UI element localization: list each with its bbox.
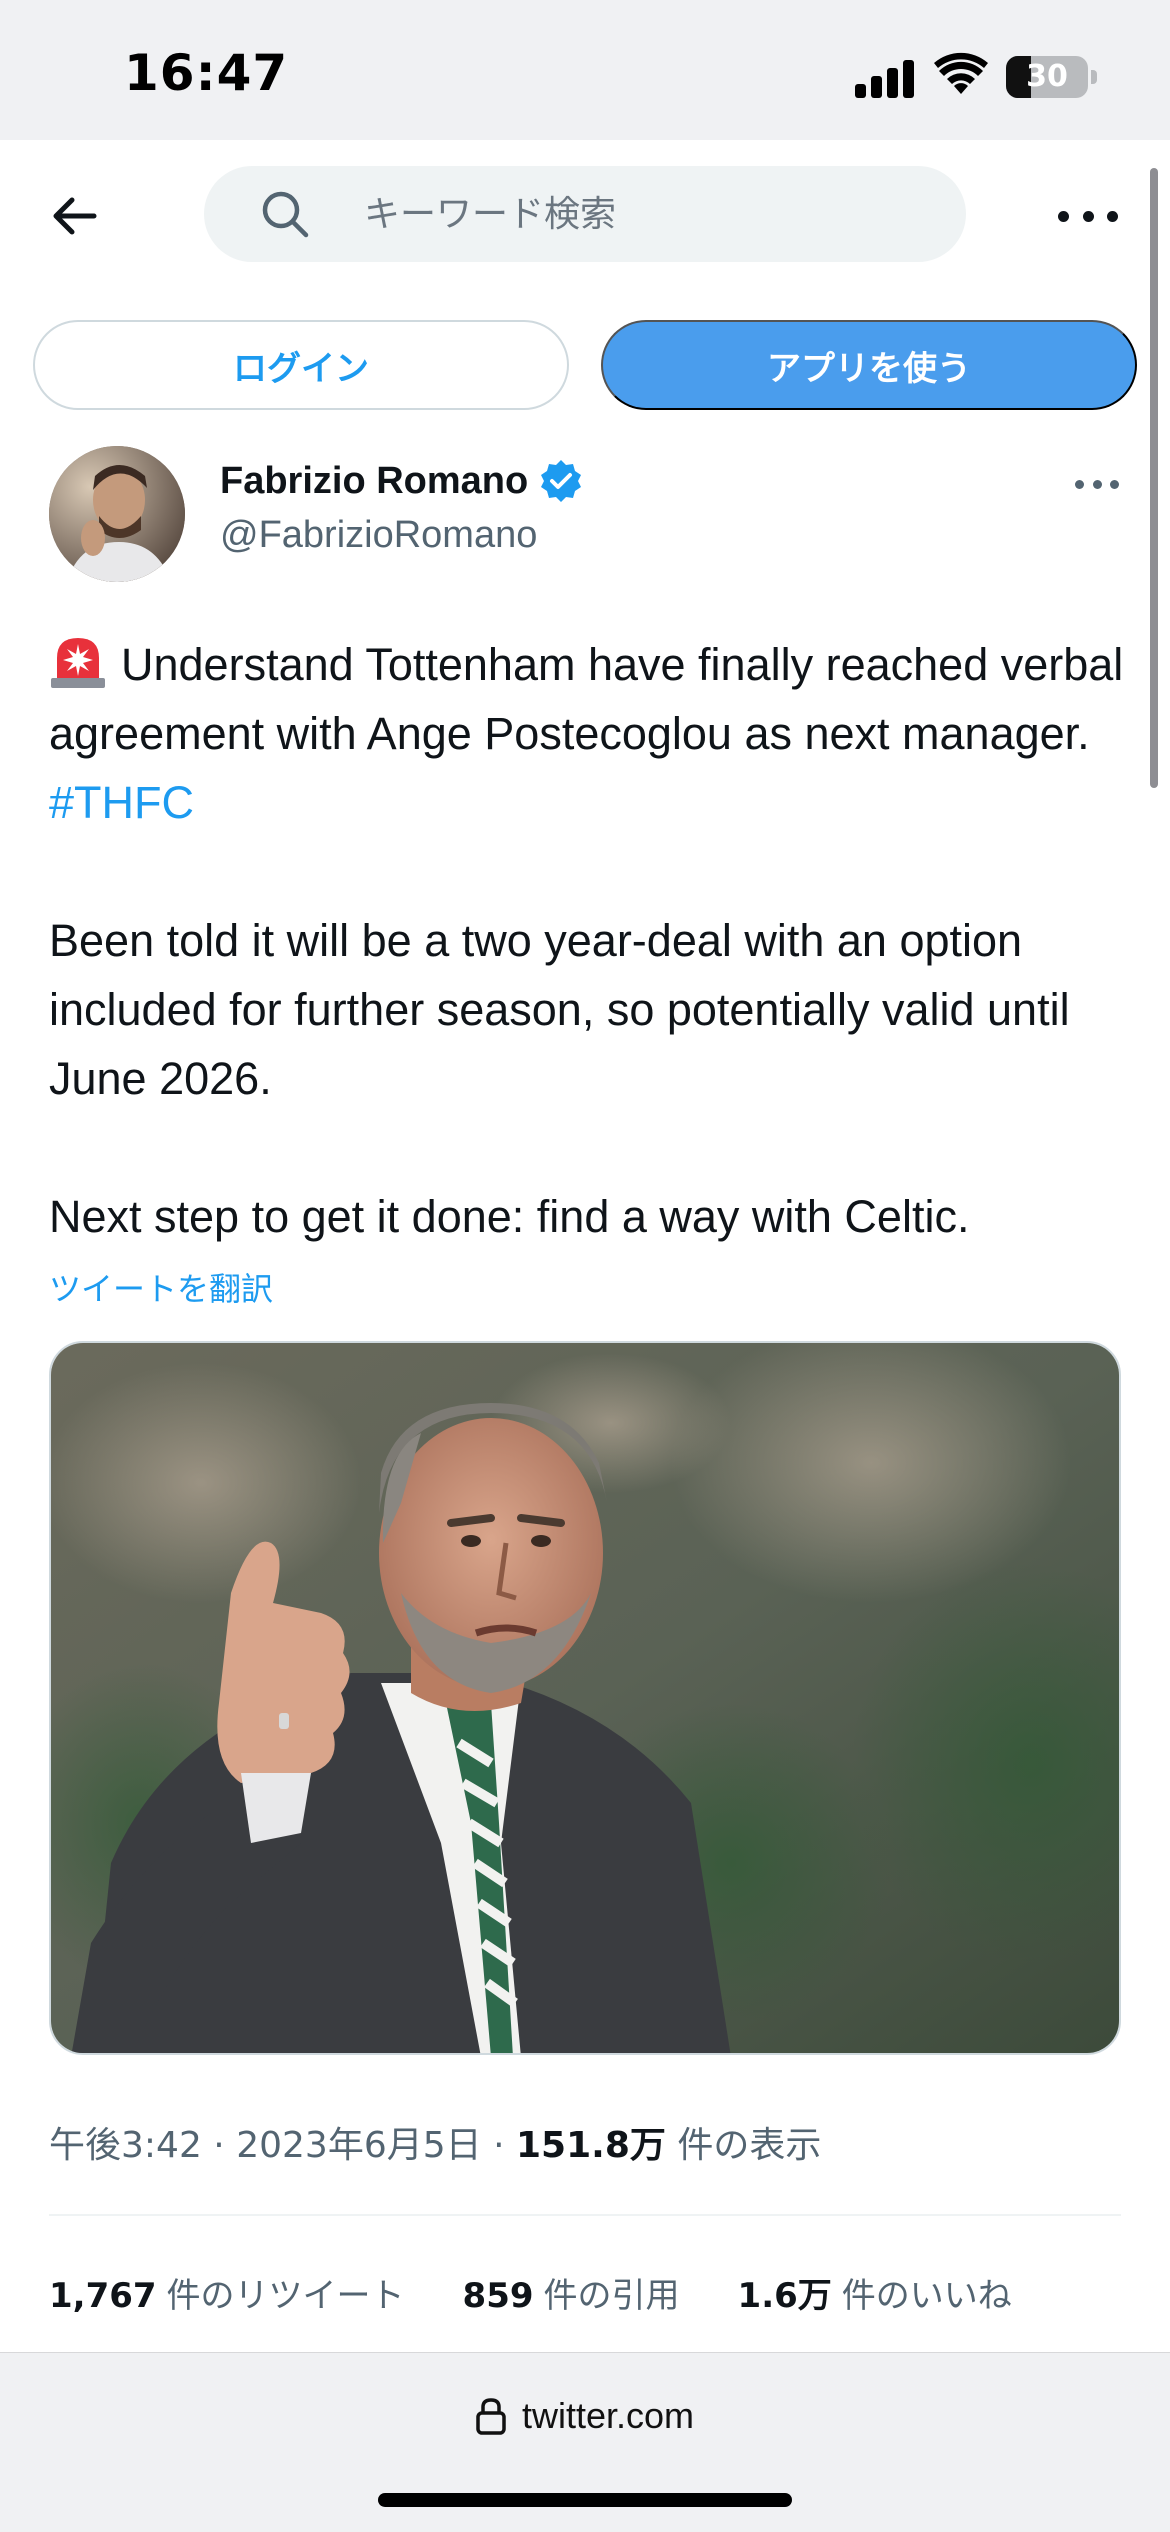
retweets-label: 件のリツイート xyxy=(166,2276,405,2316)
tweet-paragraph-2: Been told it will be a two year-deal wit… xyxy=(49,915,1070,1104)
url-text: twitter.com xyxy=(521,2395,695,2436)
cellular-signal-icon xyxy=(855,58,915,98)
search-input[interactable] xyxy=(364,193,924,235)
hashtag-link[interactable]: #THFC xyxy=(49,777,194,828)
back-button[interactable] xyxy=(44,186,104,246)
tweet-stats: 1,767 件のリツイート 859 件の引用 1.6万 件のいいね xyxy=(49,2268,1070,2317)
author-avatar-image xyxy=(49,446,185,582)
home-indicator[interactable] xyxy=(378,2493,792,2507)
tweet-more-button[interactable] xyxy=(1075,476,1119,492)
battery-tip xyxy=(1091,70,1097,84)
battery-icon: 30 xyxy=(1006,56,1088,98)
tweet-paragraph-1: Understand Tottenham have finally reache… xyxy=(49,630,1129,837)
url-display[interactable]: twitter.com xyxy=(0,2395,1170,2437)
dot-icon xyxy=(1082,210,1094,222)
quotes-stat[interactable]: 859 件の引用 xyxy=(463,2268,680,2317)
arrow-left-icon xyxy=(53,197,97,235)
tweet-photo[interactable] xyxy=(49,1341,1121,2055)
login-button[interactable]: ログイン xyxy=(33,320,569,410)
dot-icon xyxy=(1058,210,1069,222)
dot-icon xyxy=(1075,479,1084,489)
dot-icon xyxy=(1092,479,1102,489)
rotating-light-icon xyxy=(51,638,105,688)
lock-icon xyxy=(476,2398,506,2435)
translate-tweet-link[interactable]: ツイートを翻訳 xyxy=(49,1264,273,1310)
views-count: 151.8万 xyxy=(516,2125,666,2166)
divider xyxy=(49,2214,1121,2216)
tweet-paragraph-1-text: Understand Tottenham have finally reache… xyxy=(49,639,1124,759)
quotes-label: 件の引用 xyxy=(543,2276,680,2316)
likes-label: 件のいいね xyxy=(841,2276,1012,2316)
tweet-timestamp: 午後3:42 · 2023年6月5日 · 151.8万 件の表示 xyxy=(49,2116,821,2168)
status-bar: 16:47 30 xyxy=(0,0,1170,140)
author-name-text: Fabrizio Romano xyxy=(220,459,529,502)
tweet-paragraph-3: Next step to get it done: find a way wit… xyxy=(49,1191,970,1242)
avatar[interactable] xyxy=(49,446,185,582)
verified-badge-icon xyxy=(541,460,582,502)
tweet-text: Understand Tottenham have finally reache… xyxy=(49,630,1129,1251)
status-time: 16:47 xyxy=(124,44,289,102)
meta-separator: · xyxy=(493,2125,505,2166)
search-icon xyxy=(262,191,309,238)
wifi-icon xyxy=(934,52,988,94)
search-box[interactable] xyxy=(204,166,966,262)
tweet-time[interactable]: 午後3:42 xyxy=(49,2125,202,2166)
photo-manager-thumbs-up-image xyxy=(51,1343,1119,2053)
meta-separator: · xyxy=(213,2125,225,2166)
dot-icon xyxy=(1110,479,1119,489)
battery-level: 30 xyxy=(1026,59,1068,94)
tweet-date[interactable]: 2023年6月5日 xyxy=(236,2125,481,2166)
quotes-count: 859 xyxy=(462,2276,534,2316)
scrollbar[interactable] xyxy=(1150,168,1158,788)
browser-address-bar[interactable]: twitter.com xyxy=(0,2352,1170,2532)
more-options-button[interactable] xyxy=(1058,196,1118,236)
retweets-count: 1,767 xyxy=(49,2276,157,2316)
views-label: 件の表示 xyxy=(677,2125,822,2166)
author-name[interactable]: Fabrizio Romano xyxy=(220,458,584,504)
likes-count: 1.6万 xyxy=(737,2276,832,2316)
dot-icon xyxy=(1107,210,1118,222)
author-handle[interactable]: @FabrizioRomano xyxy=(220,514,537,557)
use-app-button[interactable]: アプリを使う xyxy=(601,320,1137,410)
likes-stat[interactable]: 1.6万 件のいいね xyxy=(738,2268,1012,2317)
retweets-stat[interactable]: 1,767 件のリツイート xyxy=(49,2268,405,2317)
